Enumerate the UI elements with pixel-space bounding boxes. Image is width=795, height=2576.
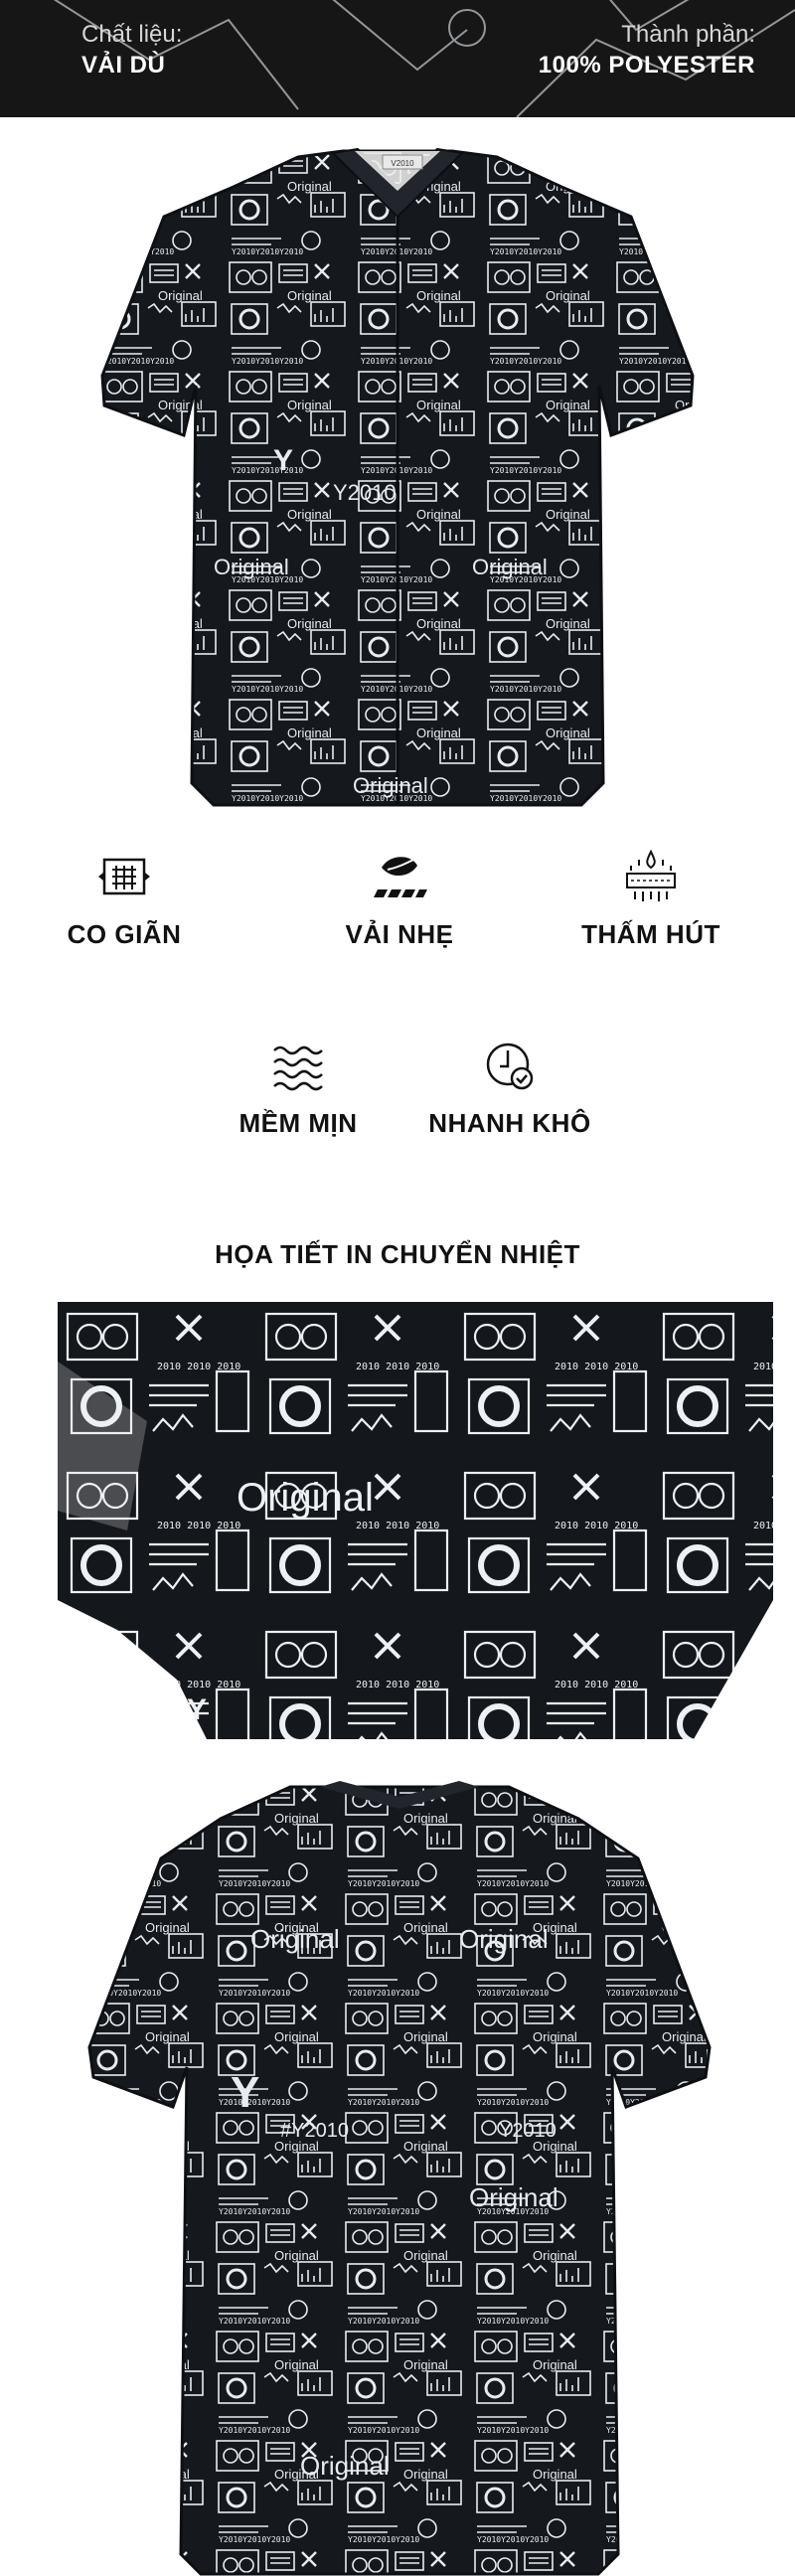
absorbent-drops-icon [626,849,676,901]
feature-soft-label: MỀM MỊN [238,1108,358,1138]
feature-lightweight-label: VẢI NHẸ [345,919,454,949]
feature-lightweight: VẢI NHẸ [280,848,519,950]
shirt-print-word-2: Original [472,555,548,579]
material-info: Chất liệu: VẢI DÙ [81,20,182,81]
composition-info: Thành phần: 100% POLYESTER [539,20,755,81]
material-banner: Chất liệu: VẢI DÙ Thành phần: 100% POLYE… [0,0,795,117]
lightweight-feather-icon [374,857,427,897]
quick-dry-clock-icon [486,1043,534,1090]
material-label: Chất liệu: [81,21,183,48]
feature-absorbent: THẤM HÚT [532,848,770,950]
back-print-word-2: Original [459,1924,549,1954]
feature-quick-dry-label: NHANH KHÔ [428,1108,591,1138]
soft-waves-icon [273,1046,323,1091]
shirt-front-image: Original Y2010Y2010Y2010 V2010 Y Y2010 O… [100,147,695,807]
feature-absorbent-label: THẤM HÚT [581,919,720,949]
stretch-fabric-icon [98,858,150,895]
composition-value: 100% POLYESTER [538,52,755,79]
shirt-brand-tag: V2010 [391,159,414,168]
closeup-print-logo: Y [187,1693,211,1726]
back-print-word-4: Original [300,2451,390,2481]
back-print-logo: Y [231,2068,259,2117]
back-print-word-3: Original [469,2182,558,2212]
print-technique-title: HỌA TIẾT IN CHUYỂN NHIỆT [215,1239,580,1269]
shirt-print-word: Original [214,555,289,579]
shirt-print-closeup-image: 2010 2010 2010 Original Y [58,1302,773,1739]
feature-stretch-label: CO GIÃN [67,919,182,949]
shirt-print-year: Y2010 [333,480,397,505]
feature-stretch: CO GIÃN [5,848,243,950]
back-print-year: Y2010 [499,2120,556,2142]
feature-soft: MỀM MỊN [179,1037,417,1139]
feature-quick-dry: NHANH KHÔ [391,1037,629,1139]
shirt-back-image: Original Original #Y2010 Y2010 Original … [87,1781,712,2576]
material-value: VẢI DÙ [81,52,166,79]
composition-label: Thành phần: [621,21,755,48]
back-print-word: Original [250,1924,340,1954]
back-print-tag: #Y2010 [280,2120,349,2142]
shirt-print-logo: Y [273,444,293,477]
closeup-print-word: Original [237,1476,374,1520]
shirt-print-word-3: Original [353,773,428,798]
